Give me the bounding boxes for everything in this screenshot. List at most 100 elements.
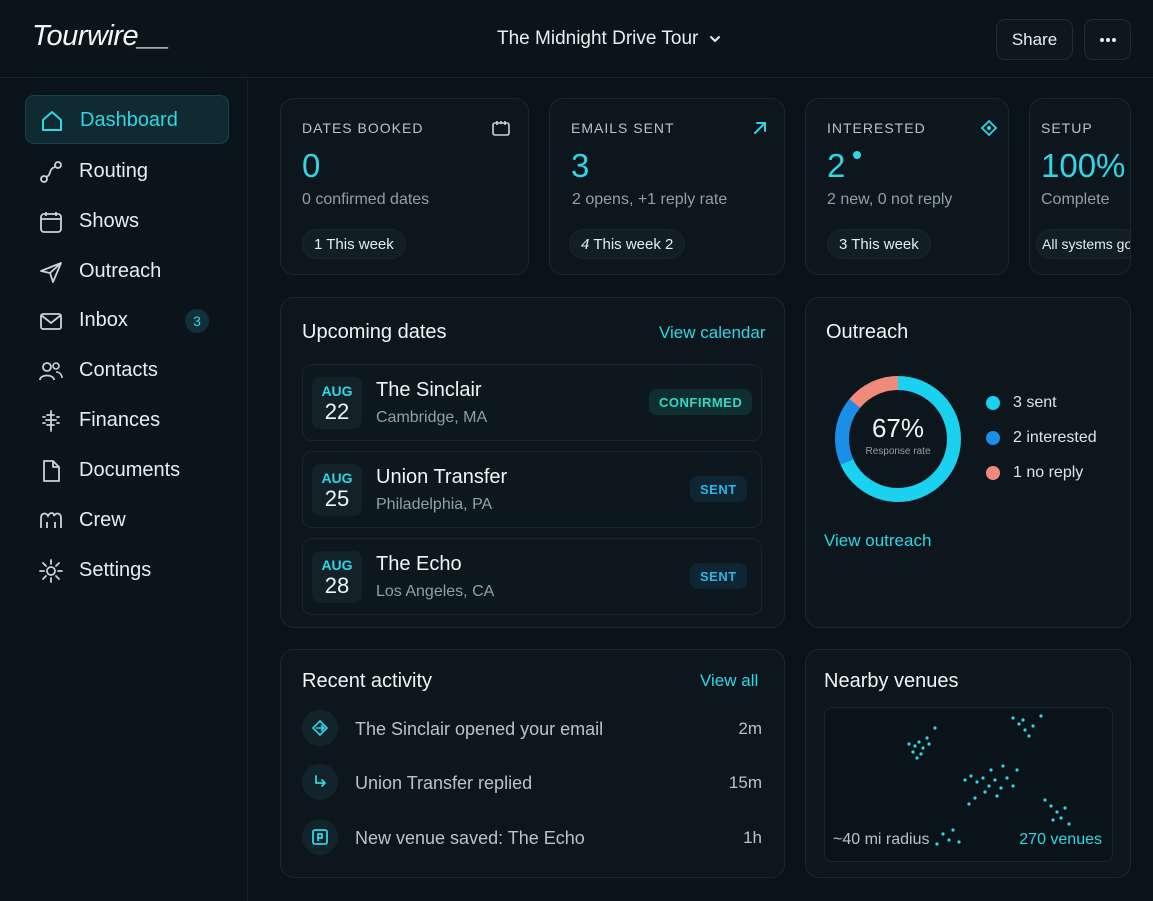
diamond-icon [980, 119, 998, 137]
sidebar-item-crew[interactable]: Crew [25, 496, 229, 545]
sidebar-item-label: Documents [79, 459, 181, 481]
activity-time: 15m [728, 773, 762, 792]
sidebar-item-label: Routing [79, 160, 148, 182]
date-day: 25 [324, 486, 350, 511]
route-icon [40, 161, 62, 183]
live-dot-icon [853, 151, 862, 159]
date-month: AUG [321, 470, 353, 486]
venue-map[interactable]: ~40 mi radius 270 venues [824, 707, 1113, 862]
mail-icon [40, 313, 62, 330]
response-rate-label: Response rate [865, 446, 931, 457]
sidebar: Dashboard Routing Shows Outreach Inbox 3… [0, 79, 248, 901]
date-row[interactable]: AUG 22 The Sinclair Cambridge, MA CONFIR… [302, 364, 762, 441]
status-badge: CONFIRMED [649, 389, 753, 415]
sidebar-item-label: Crew [79, 509, 126, 531]
sidebar-item-settings[interactable]: Settings [25, 546, 229, 595]
calendar-icon [40, 212, 62, 233]
venue-count-link[interactable]: 270 venues [1019, 831, 1102, 849]
activity-text: Union Transfer replied [355, 773, 533, 793]
recent-activity-card: Recent activity View all The Sinclair op… [280, 649, 785, 878]
venue-city: Philadelphia, PA [376, 496, 493, 513]
stat-pill: 3 This week [827, 229, 931, 259]
sidebar-item-dashboard[interactable]: Dashboard [25, 95, 229, 144]
sidebar-item-outreach[interactable]: Outreach [25, 247, 229, 296]
stat-subtitle: 2 opens, +1 reply rate [572, 191, 728, 208]
legend-label: 3 sent [1013, 394, 1057, 411]
send-icon [40, 262, 62, 283]
legend-dot [986, 396, 1000, 410]
view-outreach-link[interactable]: View outreach [824, 531, 931, 551]
sidebar-item-inbox[interactable]: Inbox 3 [25, 296, 229, 345]
arrow-up-right-icon [754, 122, 766, 134]
sidebar-item-label: Contacts [79, 359, 158, 381]
more-options-button[interactable] [1084, 19, 1131, 60]
stat-pill-label: 1 This week [314, 235, 394, 253]
more-dots-icon [1099, 37, 1116, 42]
sidebar-item-label: Outreach [79, 260, 162, 282]
venue-name: Union Transfer [376, 466, 508, 488]
legend-dot [986, 431, 1000, 445]
stat-pill-label: This week 2 [593, 235, 674, 253]
date-badge: AUG 25 [312, 464, 362, 516]
chevron-down-icon [710, 36, 721, 42]
activity-row[interactable]: The Sinclair opened your email 2m [302, 710, 762, 750]
date-day: 28 [324, 573, 350, 598]
date-badge: AUG 22 [312, 377, 362, 429]
stat-pill-prefix: 4 [581, 235, 590, 253]
date-row[interactable]: AUG 28 The Echo Los Angeles, CA SENT [302, 538, 762, 615]
tour-selector[interactable]: The Midnight Drive Tour [497, 28, 722, 50]
date-badge: AUG 28 [312, 551, 362, 603]
venue-icon [302, 819, 338, 855]
sidebar-item-shows[interactable]: Shows [25, 197, 229, 246]
activity-row[interactable]: Union Transfer replied 15m [302, 764, 762, 804]
activity-time: 2m [738, 719, 762, 738]
stat-pill: 1 This week [302, 229, 406, 259]
stat-title: SETUP [1041, 120, 1093, 136]
sidebar-item-finances[interactable]: Finances [25, 396, 229, 445]
map-radius-label: ~40 mi radius [833, 831, 930, 848]
legend-item-interested: 2 interested [986, 429, 1097, 447]
stat-card-emails-sent[interactable]: EMAILS SENT 3 2 opens, +1 reply rate 4 T… [549, 98, 785, 275]
stat-subtitle: 2 new, 0 not reply [827, 191, 953, 208]
nearby-venues-card: Nearby venues ~40 mi radius 270 venues [805, 649, 1131, 878]
date-day: 22 [324, 399, 350, 424]
sidebar-item-label: Finances [79, 409, 161, 431]
stat-value: 2 [827, 147, 862, 185]
sidebar-item-routing[interactable]: Routing [25, 147, 229, 196]
stat-title: INTERESTED [827, 120, 926, 136]
stat-title: DATES BOOKED [302, 120, 424, 136]
open-email-icon [302, 710, 338, 746]
view-calendar-link[interactable]: View calendar [659, 323, 765, 343]
date-month: AUG [321, 557, 353, 573]
response-rate-percent: 67% [871, 413, 925, 443]
view-all-link[interactable]: View all [700, 671, 758, 691]
sidebar-item-label: Settings [79, 559, 152, 581]
stat-card-dates-booked[interactable]: DATES BOOKED 0 0 confirmed dates 1 This … [280, 98, 529, 275]
stat-card-setup[interactable]: SETUP 100% Complete All systems go [1029, 98, 1131, 275]
sidebar-item-label: Shows [79, 210, 140, 232]
stat-pill-label: All systems go [1042, 236, 1131, 252]
share-button[interactable]: Share [996, 19, 1073, 60]
outreach-card: Outreach 67% Response rate 3 sent 2 inte… [805, 297, 1131, 628]
status-badge: SENT [690, 476, 747, 502]
section-title: Recent activity [302, 670, 433, 692]
sidebar-item-label: Dashboard [80, 109, 178, 131]
section-title: Upcoming dates [302, 321, 447, 343]
date-row[interactable]: AUG 25 Union Transfer Philadelphia, PA S… [302, 451, 762, 528]
sidebar-item-documents[interactable]: Documents [25, 446, 229, 495]
calendar-icon [492, 121, 510, 136]
venue-city: Los Angeles, CA [376, 583, 495, 600]
stat-value-number: 2 [827, 147, 846, 184]
activity-row[interactable]: New venue saved: The Echo 1h [302, 819, 762, 859]
section-title: Outreach [826, 321, 909, 343]
stat-value: 100% [1041, 147, 1126, 184]
legend-label: 1 no reply [1013, 464, 1084, 481]
stat-card-interested[interactable]: INTERESTED 2 2 new, 0 not reply 3 This w… [805, 98, 1009, 275]
document-icon [43, 460, 60, 482]
upcoming-dates-card: Upcoming dates View calendar AUG 22 The … [280, 297, 785, 628]
home-icon [42, 111, 62, 131]
stat-value: 0 [302, 147, 321, 184]
app-logo[interactable]: Tourwire__ [32, 20, 170, 53]
stat-pill: 4 This week 2 [569, 229, 686, 259]
sidebar-item-contacts[interactable]: Contacts [25, 346, 229, 395]
